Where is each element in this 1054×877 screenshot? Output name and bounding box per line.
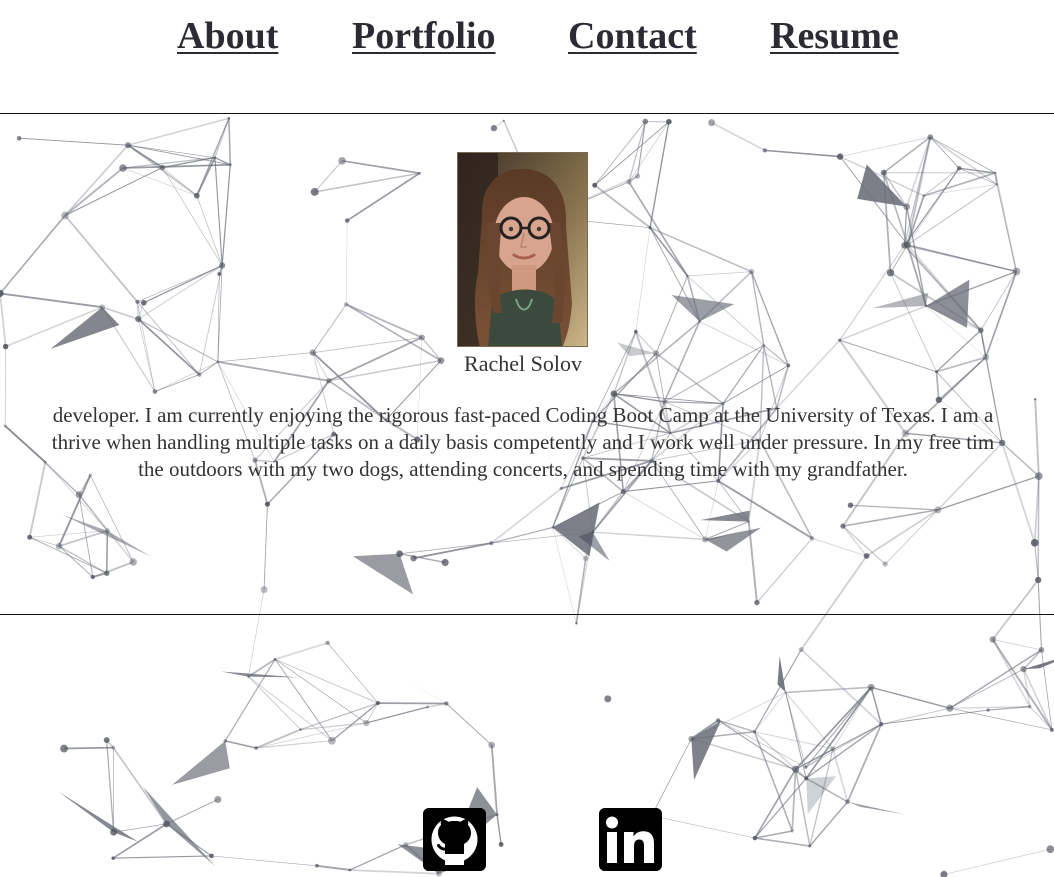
github-icon bbox=[423, 808, 486, 871]
github-link[interactable] bbox=[423, 808, 486, 871]
linkedin-icon bbox=[599, 808, 662, 871]
nav-link-about[interactable]: About bbox=[177, 14, 278, 58]
bio-line-1: developer. I am currently enjoying the r… bbox=[52, 403, 994, 427]
nav-link-portfolio[interactable]: Portfolio bbox=[352, 14, 496, 58]
bio-line-3: the outdoors with my two dogs, attending… bbox=[138, 457, 908, 481]
profile-photo bbox=[457, 152, 588, 347]
profile-photo-illustration bbox=[458, 153, 587, 346]
top-nav: About Portfolio Contact Resume bbox=[0, 0, 1054, 113]
nav-link-resume[interactable]: Resume bbox=[770, 14, 899, 58]
about-section: Rachel Solov developer. I am currently e… bbox=[0, 114, 1054, 614]
bio-line-2: thrive when handling multiple tasks on a… bbox=[51, 430, 995, 454]
profile-name: Rachel Solov bbox=[464, 351, 582, 376]
nav-link-contact[interactable]: Contact bbox=[568, 14, 697, 58]
linkedin-link[interactable] bbox=[599, 808, 662, 871]
section-divider-top bbox=[0, 113, 1054, 114]
bio-paragraph: developer. I am currently enjoying the r… bbox=[0, 402, 1054, 483]
section-divider-bottom bbox=[0, 614, 1054, 615]
